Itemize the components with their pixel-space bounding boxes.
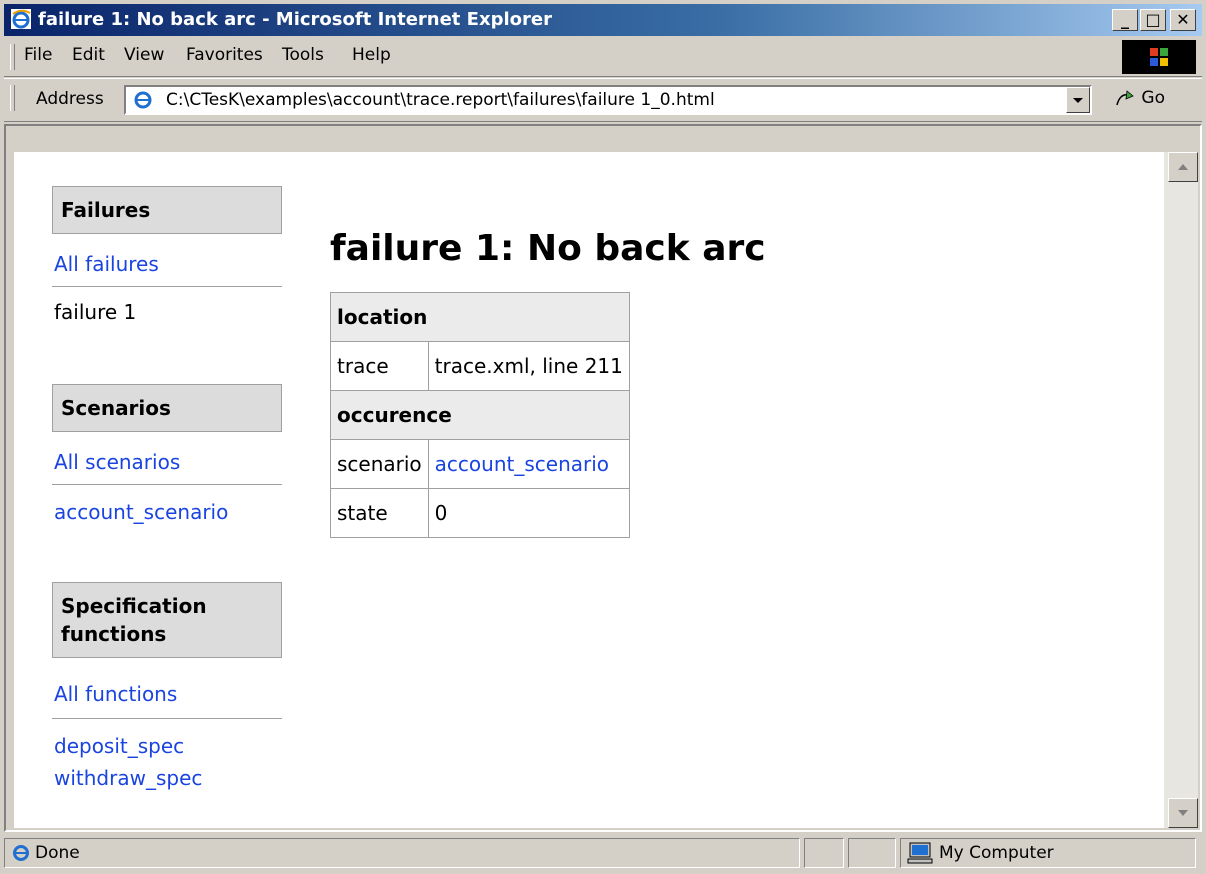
all-failures-link[interactable]: All failures xyxy=(54,252,159,276)
go-button[interactable]: Go xyxy=(1114,87,1165,109)
scenario-cell: account_scenario xyxy=(427,439,630,489)
address-grip[interactable] xyxy=(10,85,15,111)
status-bar: Done My Computer xyxy=(4,836,1202,870)
location-header: location xyxy=(330,292,630,342)
functions-heading-line2: functions xyxy=(61,622,167,646)
page-content: Failures All failures failure 1 Scenario… xyxy=(14,152,1168,828)
trace-value: trace.xml, line 211 xyxy=(427,341,630,391)
scroll-up-button[interactable] xyxy=(1168,152,1198,182)
maximize-button[interactable]: □ xyxy=(1140,9,1166,31)
close-button[interactable]: ✕ xyxy=(1170,9,1196,31)
failures-heading: Failures xyxy=(52,186,282,234)
toolbar-grip[interactable] xyxy=(10,44,15,70)
address-bar: Address C:\CTesK\examples\account\trace.… xyxy=(4,78,1202,122)
table-row: trace trace.xml, line 211 xyxy=(330,341,630,391)
menu-tools[interactable]: Tools xyxy=(282,45,324,65)
address-dropdown-button[interactable] xyxy=(1066,87,1090,113)
page-title: failure 1: No back arc xyxy=(330,228,766,269)
failure-item: failure 1 xyxy=(54,300,137,324)
go-arrow-icon xyxy=(1116,90,1134,106)
menu-bar: File Edit View Favorites Tools Help xyxy=(4,38,1202,77)
scroll-up-icon xyxy=(1178,164,1188,170)
scenario-link[interactable]: account_scenario xyxy=(54,500,228,524)
minimize-button[interactable]: _ xyxy=(1112,9,1138,31)
menu-file[interactable]: File xyxy=(24,45,52,65)
go-label: Go xyxy=(1141,88,1165,108)
function-link-withdraw[interactable]: withdraw_spec xyxy=(54,766,202,790)
scenario-label: scenario xyxy=(330,439,429,489)
all-scenarios-link[interactable]: All scenarios xyxy=(54,450,180,474)
status-text: Done xyxy=(35,843,80,863)
zone-label: My Computer xyxy=(939,843,1054,863)
table-row: scenario account_scenario xyxy=(330,439,630,489)
table-row: state 0 xyxy=(330,488,630,538)
divider xyxy=(52,718,282,719)
state-label: state xyxy=(330,488,429,538)
ie-icon xyxy=(11,9,31,29)
failure-details-table: location trace trace.xml, line 211 occur… xyxy=(330,292,630,538)
window-title: failure 1: No back arc - Microsoft Inter… xyxy=(38,9,552,30)
title-bar[interactable]: failure 1: No back arc - Microsoft Inter… xyxy=(4,4,1202,36)
menu-view[interactable]: View xyxy=(124,45,164,65)
status-zone-cell: My Computer xyxy=(900,838,1196,868)
my-computer-icon xyxy=(907,842,933,864)
functions-heading: Specification functions xyxy=(52,582,282,658)
functions-heading-line1: Specification xyxy=(61,594,207,618)
trace-label: trace xyxy=(330,341,429,391)
dropdown-arrow-icon xyxy=(1073,98,1083,103)
content-frame: Failures All failures failure 1 Scenario… xyxy=(4,124,1202,832)
address-input[interactable]: C:\CTesK\examples\account\trace.report\f… xyxy=(124,85,1092,115)
function-link-deposit[interactable]: deposit_spec xyxy=(54,734,184,758)
browser-window: failure 1: No back arc - Microsoft Inter… xyxy=(0,0,1206,874)
scenario-value-link[interactable]: account_scenario xyxy=(435,452,609,476)
ie-icon xyxy=(134,91,152,109)
menu-edit[interactable]: Edit xyxy=(72,45,105,65)
divider xyxy=(52,484,282,485)
address-label: Address xyxy=(36,89,104,109)
menu-help[interactable]: Help xyxy=(352,45,391,65)
all-functions-link[interactable]: All functions xyxy=(54,682,177,706)
divider xyxy=(52,286,282,287)
status-cell xyxy=(804,838,844,868)
menu-favorites[interactable]: Favorites xyxy=(186,45,263,65)
scroll-down-button[interactable] xyxy=(1168,798,1198,828)
state-value: 0 xyxy=(427,488,630,538)
occurence-header: occurence xyxy=(330,390,630,440)
scenarios-heading: Scenarios xyxy=(52,384,282,432)
windows-logo-icon xyxy=(1122,40,1196,74)
scroll-down-icon xyxy=(1178,810,1188,816)
status-main-cell: Done xyxy=(4,838,800,868)
status-cell xyxy=(848,838,896,868)
table-row: occurence xyxy=(330,390,630,440)
vertical-scrollbar[interactable] xyxy=(1164,152,1198,828)
address-value: C:\CTesK\examples\account\trace.report\f… xyxy=(166,90,715,110)
table-row: location xyxy=(330,292,630,342)
ie-icon xyxy=(13,845,29,861)
